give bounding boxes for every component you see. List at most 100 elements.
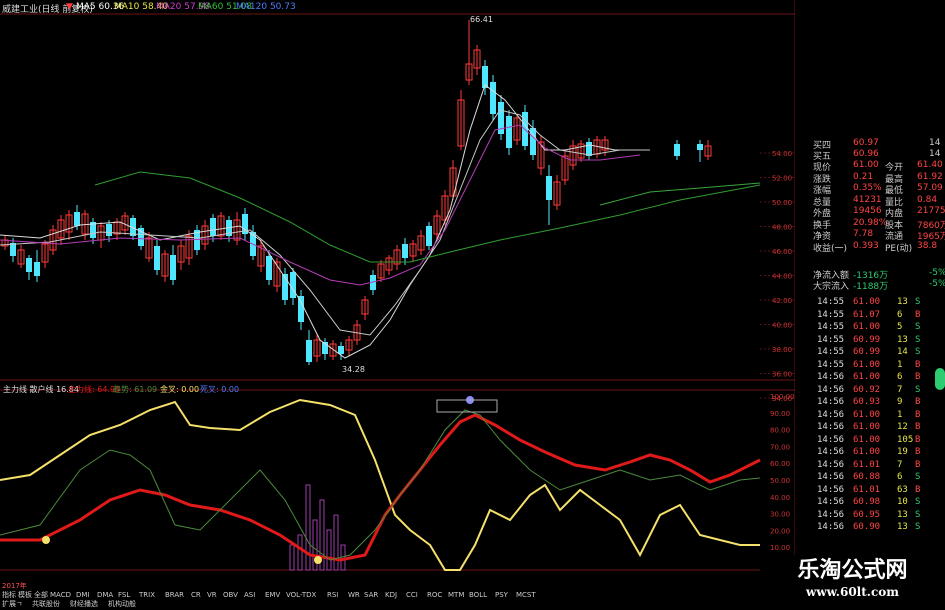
indicator-tick-label: 40.00 [770,494,790,502]
indicator-tick-label: 60.00 [770,460,790,468]
tick-price: 61.00 [853,434,881,445]
tick-price: 61.00 [853,422,881,432]
indicator-tab[interactable]: VR [207,589,217,601]
tick-side: S [915,334,921,345]
quote-label: 大宗流入 [813,282,850,292]
tick-row: 14:55 61.00 1 B [817,360,945,373]
ma5-line [0,84,640,359]
price-tick-label: 38.00 [772,346,792,354]
tick-volume: 13 [897,297,908,307]
quote-row: 换手 20.98% 股本 7860万 [813,217,945,231]
indicator-tab[interactable]: TRIX [139,589,155,601]
tick-volume: 7 [897,459,903,470]
tick-time: 14:56 [817,384,845,395]
buy-signal-icon [314,556,322,564]
tick-price: 60.98 [853,497,881,507]
quote-row: 总量 41231 量比 0.84 [813,194,945,208]
signal-bar [305,484,311,571]
indicator-tab[interactable]: BOLL [469,589,487,601]
indicator-tab[interactable]: WR [348,589,360,601]
tick-side: B [915,309,921,320]
ma120-line [599,182,761,206]
candle-body [546,176,552,200]
extension-tab[interactable]: 扩展ㄱ [2,598,22,610]
tick-row: 14:56 61.00 12 B [817,422,945,435]
scroll-handle-icon[interactable] [935,368,945,390]
quote-row: 买四 60.97 14 [813,138,945,151]
tick-row: 14:56 60.88 6 S [817,472,945,485]
quote-value: -1188万 [853,282,889,292]
tick-price: 61.00 [853,322,881,332]
indicator-tab[interactable]: ROC [427,589,442,601]
tick-volume: 10 [897,497,908,507]
quote-extra: -5% [929,268,945,278]
indicator-tab[interactable]: SAR [364,589,378,601]
tick-price: 60.99 [853,334,881,345]
quote-value: 20.98% [853,217,888,228]
tick-volume: 1 [897,409,903,420]
tick-price: 61.00 [853,359,881,370]
candle-body [210,218,216,236]
indicator-tab[interactable]: KDJ [385,589,397,601]
indicator-tab[interactable]: MCST [516,589,536,601]
indicator-tab[interactable]: CR [191,589,201,601]
candle-body [674,144,680,156]
indicator-tab[interactable]: BRAR [165,589,184,601]
tick-side: S [915,497,921,507]
indicator-tab[interactable]: CCI [406,589,418,601]
candle-body [586,142,592,156]
quote-row: 净资 7.78 流通 1965万 [813,229,945,242]
quote-row: 外盘 19456 内盘 21775 [813,206,945,219]
tick-side: S [915,472,921,482]
candle-body [106,224,112,236]
extension-tab[interactable]: 机构动般 [108,598,136,610]
tick-time: 14:55 [817,359,845,370]
indicator-tab[interactable]: RSI [327,589,338,601]
indicator-tab-bar: 2017年 指标 模板 全部 MACD DMI DMA FSL TRIX BRAR CR VR OBV A… [0,580,760,609]
tick-volume: 6 [897,472,903,482]
site-watermark: 乐淘公式网 www.60lt.com [760,555,945,609]
trend-line [0,409,761,561]
tick-volume: 1 [897,359,903,370]
candle-body [10,243,16,256]
candle-body [74,212,80,226]
tick-price: 61.01 [853,459,881,470]
retail-line [0,398,760,571]
tick-side: S [915,347,921,357]
indicator-tab[interactable]: ASI [244,589,255,601]
tick-volume: 13 [897,522,908,532]
extension-tab[interactable]: 财经播选 [70,598,98,610]
tick-volume: 14 [897,347,908,357]
tick-price: 61.00 [853,372,881,382]
candle-body [426,226,432,246]
indicator-tab[interactable]: EMV [265,589,280,601]
tick-side: B [915,397,921,407]
tick-time: 14:56 [817,434,845,445]
tick-row: 14:56 60.90 13 S [817,522,945,535]
quote-value: 57.09 [917,183,943,193]
price-chart[interactable]: 54.00 52.00 50.00 48.00 46.00 44.00 42.00 40.00… [0,0,795,580]
tick-price: 61.07 [853,309,881,320]
indicator-tab[interactable]: VOL-TDX [286,589,316,601]
price-tick-label: 46.00 [772,248,792,256]
quote-value: 7.78 [853,229,874,239]
trend-label: 趋势: 61.09 [113,385,158,394]
chart-grid [0,0,795,580]
indicator-tab[interactable]: PSY [495,589,508,601]
quote-value: 61.92 [917,171,943,182]
watermark-title: 乐淘公式网 [797,558,908,583]
indicator-tick-label: 10.00 [770,544,790,552]
indicator-tab[interactable]: MTM [448,589,464,601]
tick-side: B [915,459,921,470]
quote-value: 41231 [853,194,882,205]
tick-volume: 7 [897,384,903,395]
quote-row: 大宗流入 -1188万 -5% [813,279,945,292]
indicator-axis: 100.00 90.00 80.00 70.00 60.00 50.00 40.00 30.0… [770,393,795,552]
indicator-tab[interactable]: OBV [223,589,238,601]
tick-time: 14:56 [817,522,845,532]
quote-value: 21775 [917,206,945,216]
tick-side: S [915,322,921,332]
extension-tab[interactable]: 共联股份 [32,598,60,610]
quote-value: 0.393 [853,240,879,251]
quote-extra: -5% [929,279,945,289]
